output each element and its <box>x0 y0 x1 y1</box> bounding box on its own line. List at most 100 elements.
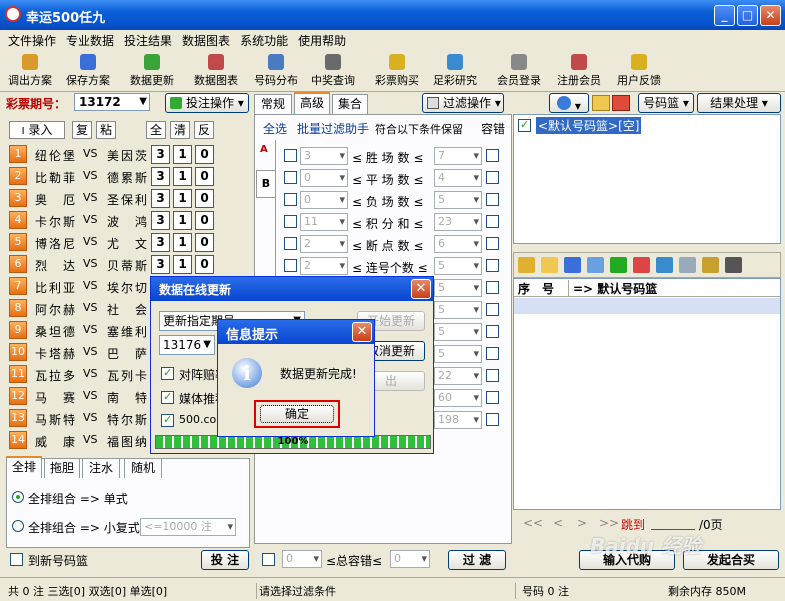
radio-full-single[interactable] <box>12 491 24 503</box>
toolbar-button-1[interactable]: 保存方案 <box>66 54 110 88</box>
match-number[interactable]: 10 <box>9 343 27 361</box>
bet-operation-button[interactable]: 投注操作 ▾ <box>165 93 249 113</box>
new-basket-icon[interactable] <box>592 95 610 111</box>
condition-max-select[interactable]: 4 <box>434 169 482 187</box>
menu-item-3[interactable]: 数据图表 <box>177 30 235 51</box>
filter-tab-2[interactable]: 集合 <box>332 94 368 114</box>
condition-max-select[interactable]: 5 <box>434 345 482 363</box>
match-number[interactable]: 12 <box>9 387 27 405</box>
bet-mode-tab-2[interactable]: 注水 <box>82 458 120 478</box>
result-option-0[interactable]: 3 <box>151 189 170 208</box>
condition-fault-checkbox[interactable] <box>486 193 499 206</box>
side-tab-a[interactable]: A <box>260 144 268 155</box>
basket-tool-icon-0[interactable] <box>518 257 535 273</box>
result-option-1[interactable]: 1 <box>173 233 192 252</box>
result-option-1[interactable]: 1 <box>173 189 192 208</box>
basket-tool-icon-5[interactable] <box>633 257 650 273</box>
basket-checkbox[interactable] <box>518 118 531 132</box>
result-option-2[interactable]: 0 <box>195 167 214 186</box>
update-dialog-close-button[interactable]: ✕ <box>411 279 431 299</box>
result-processing-button[interactable]: 结果处理 ▾ <box>697 93 781 113</box>
default-basket-item[interactable]: <默认号码篮>[空] <box>536 117 642 134</box>
result-option-2[interactable]: 0 <box>195 189 214 208</box>
bet-mode-tab-0[interactable]: 全排 <box>6 456 42 478</box>
message-dialog-close-button[interactable]: ✕ <box>352 322 372 342</box>
toolbar-button-2[interactable]: 数据更新 <box>130 54 174 88</box>
result-option-2[interactable]: 0 <box>195 233 214 252</box>
condition-checkbox[interactable] <box>284 149 297 162</box>
toolbar-button-9[interactable]: 注册会员 <box>557 54 601 88</box>
match-number[interactable]: 11 <box>9 365 27 383</box>
match-number[interactable]: 9 <box>9 321 27 339</box>
enter-button[interactable]: I 录入 <box>9 121 65 139</box>
page-input[interactable] <box>651 514 695 530</box>
match-number[interactable]: 2 <box>9 167 27 185</box>
radio-full-compound[interactable] <box>12 520 24 532</box>
result-option-1[interactable]: 1 <box>173 167 192 186</box>
minimize-button[interactable]: _ <box>714 5 735 26</box>
result-option-0[interactable]: 3 <box>151 145 170 164</box>
result-option-2[interactable]: 0 <box>195 211 214 230</box>
condition-fault-checkbox[interactable] <box>486 369 499 382</box>
menu-item-1[interactable]: 专业数据 <box>61 30 119 51</box>
invert-button[interactable]: 反 <box>194 121 214 139</box>
side-tab-b[interactable]: B <box>256 170 276 198</box>
toolbar-button-3[interactable]: 数据图表 <box>194 54 238 88</box>
basket-tool-icon-3[interactable] <box>587 257 604 273</box>
paste-button[interactable]: 粘 <box>96 121 116 139</box>
ok-button[interactable]: 确定 <box>260 405 334 423</box>
menu-item-5[interactable]: 使用帮助 <box>293 30 351 51</box>
condition-max-select[interactable]: 5 <box>434 279 482 297</box>
total-fault-min[interactable]: 0 <box>282 550 322 568</box>
basket-tool-icon-8[interactable] <box>702 257 719 273</box>
condition-fault-checkbox[interactable] <box>486 149 499 162</box>
result-option-2[interactable]: 0 <box>195 255 214 274</box>
result-option-1[interactable]: 1 <box>173 255 192 274</box>
copy-button[interactable]: 复 <box>72 121 92 139</box>
condition-max-select[interactable]: 5 <box>434 323 482 341</box>
match-number[interactable]: 8 <box>9 299 27 317</box>
match-number[interactable]: 4 <box>9 211 27 229</box>
condition-max-select[interactable]: 5 <box>434 257 482 275</box>
condition-fault-checkbox[interactable] <box>486 281 499 294</box>
update-period-select[interactable]: 13176 ▼ <box>159 335 215 355</box>
basket-tool-icon-6[interactable] <box>656 257 673 273</box>
toolbar-button-0[interactable]: 调出方案 <box>8 54 52 88</box>
filter-operation-button[interactable]: 过滤操作 ▾ <box>422 93 504 113</box>
menu-item-4[interactable]: 系统功能 <box>235 30 293 51</box>
basket-tool-icon-2[interactable] <box>564 257 581 273</box>
period-select[interactable]: 13172 ▼ <box>74 93 150 111</box>
condition-min-select[interactable]: 0 <box>300 191 348 209</box>
media-checkbox[interactable] <box>161 390 174 404</box>
match-number[interactable]: 13 <box>9 409 27 427</box>
odds-checkbox[interactable] <box>161 366 174 380</box>
toolbar-button-5[interactable]: 中奖查询 <box>311 54 355 88</box>
number-basket-button[interactable]: 号码篮 ▾ <box>638 93 694 113</box>
condition-checkbox[interactable] <box>284 215 297 228</box>
condition-checkbox[interactable] <box>284 259 297 272</box>
basket-tool-icon-1[interactable] <box>541 257 558 273</box>
condition-max-select[interactable]: 22 <box>434 367 482 385</box>
condition-fault-checkbox[interactable] <box>486 391 499 404</box>
condition-fault-checkbox[interactable] <box>486 303 499 316</box>
match-number[interactable]: 6 <box>9 255 27 273</box>
condition-max-select[interactable]: 5 <box>434 301 482 319</box>
menu-item-2[interactable]: 投注结果 <box>119 30 177 51</box>
match-number[interactable]: 14 <box>9 431 27 449</box>
first-page-button[interactable]: << <box>523 516 543 530</box>
condition-max-select[interactable]: 6 <box>434 235 482 253</box>
bet-mode-tab-1[interactable]: 拖胆 <box>44 458 80 478</box>
match-number[interactable]: 1 <box>9 145 27 163</box>
close-button[interactable]: ✕ <box>760 5 781 26</box>
table-row[interactable] <box>514 298 780 314</box>
match-number[interactable]: 3 <box>9 189 27 207</box>
toolbar-button-8[interactable]: 会员登录 <box>497 54 541 88</box>
basket-tool-icon-7[interactable] <box>679 257 696 273</box>
result-option-0[interactable]: 3 <box>151 233 170 252</box>
total-fault-max[interactable]: 0 <box>390 550 430 568</box>
condition-min-select[interactable]: 2 <box>300 257 348 275</box>
condition-fault-checkbox[interactable] <box>486 215 499 228</box>
clear-button[interactable]: 清 <box>170 121 190 139</box>
result-option-0[interactable]: 3 <box>151 211 170 230</box>
toolbar-button-7[interactable]: 足彩研究 <box>433 54 477 88</box>
